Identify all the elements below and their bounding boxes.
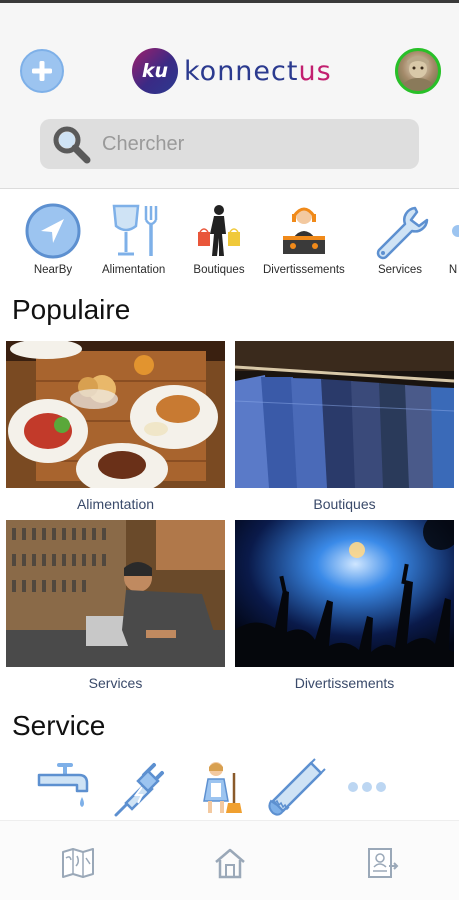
saw-icon xyxy=(268,758,326,816)
category-bar: NearBy Alimentation Boutiques Divertisse… xyxy=(0,194,459,284)
brand-name: konnectus xyxy=(184,56,332,87)
category-boutiques[interactable]: Boutiques xyxy=(189,202,249,276)
popular-title: Populaire xyxy=(12,294,131,325)
category-label: Divertissements xyxy=(263,264,345,276)
search-input[interactable]: Chercher xyxy=(40,119,419,169)
app-header: ku konnectus Chercher xyxy=(0,3,459,189)
partial-icon xyxy=(452,225,459,237)
more-dots-icon xyxy=(348,782,386,792)
category-label: NearBy xyxy=(33,264,73,276)
nav-profile[interactable] xyxy=(362,843,402,883)
service-title: Service xyxy=(12,710,106,741)
category-services[interactable]: Services xyxy=(370,202,430,276)
shopper-icon xyxy=(198,205,240,256)
brand-name-accent: us xyxy=(298,55,332,87)
category-label: Alimentation xyxy=(102,264,166,276)
service-more-button[interactable] xyxy=(336,756,398,818)
add-button[interactable] xyxy=(20,49,64,93)
faucet-icon xyxy=(37,763,89,807)
brand-name-main: konnect xyxy=(184,55,299,87)
category-label: Boutiques xyxy=(193,264,245,276)
service-carpentry[interactable] xyxy=(266,756,328,818)
clothes-rack-photo xyxy=(235,341,454,488)
tile-label: Services xyxy=(88,675,143,691)
category-more[interactable]: N xyxy=(446,202,459,276)
category-label: Services xyxy=(377,264,423,276)
map-icon xyxy=(62,848,94,878)
popular-tile-boutiques[interactable]: Boutiques xyxy=(235,341,454,512)
cleaning-lady-icon xyxy=(203,762,242,813)
concert-crowd-photo xyxy=(235,520,454,667)
service-plumbing[interactable] xyxy=(34,756,96,818)
profile-card-icon xyxy=(368,848,399,878)
dj-icon xyxy=(282,207,325,254)
search-placeholder: Chercher xyxy=(102,132,185,155)
avatar[interactable] xyxy=(395,48,441,94)
logo-mark: ku xyxy=(132,48,178,94)
popular-tile-alimentation[interactable]: Alimentation xyxy=(6,341,225,512)
glass-fork-icon xyxy=(112,204,157,256)
category-alimentation[interactable]: Alimentation xyxy=(102,202,165,276)
tile-label: Alimentation xyxy=(76,496,155,512)
nav-home[interactable] xyxy=(210,843,250,883)
category-nearby[interactable]: NearBy xyxy=(23,202,83,276)
tile-label: Boutiques xyxy=(313,496,376,512)
wrench-icon xyxy=(376,206,429,260)
food-plates-photo xyxy=(6,341,225,488)
tile-label: Divertissements xyxy=(294,675,395,691)
magnifier-icon xyxy=(53,126,91,164)
electric-plug-icon xyxy=(114,763,164,817)
popular-tile-services[interactable]: Services xyxy=(6,520,225,691)
popular-tile-divertissements[interactable]: Divertissements xyxy=(235,520,454,691)
location-arrow-icon xyxy=(25,203,81,259)
category-label: N xyxy=(448,264,458,276)
nav-map[interactable] xyxy=(58,843,98,883)
bottom-navigation xyxy=(0,820,459,900)
brand-logo: ku konnectus xyxy=(132,47,332,95)
service-cleaning[interactable] xyxy=(189,756,251,818)
home-icon xyxy=(215,848,245,879)
category-divertissements[interactable]: Divertissements xyxy=(263,202,345,276)
key-workshop-photo xyxy=(6,520,225,667)
service-electricity[interactable] xyxy=(111,756,173,818)
avatar-photo-icon xyxy=(403,56,433,91)
plus-circle-icon xyxy=(32,61,52,81)
